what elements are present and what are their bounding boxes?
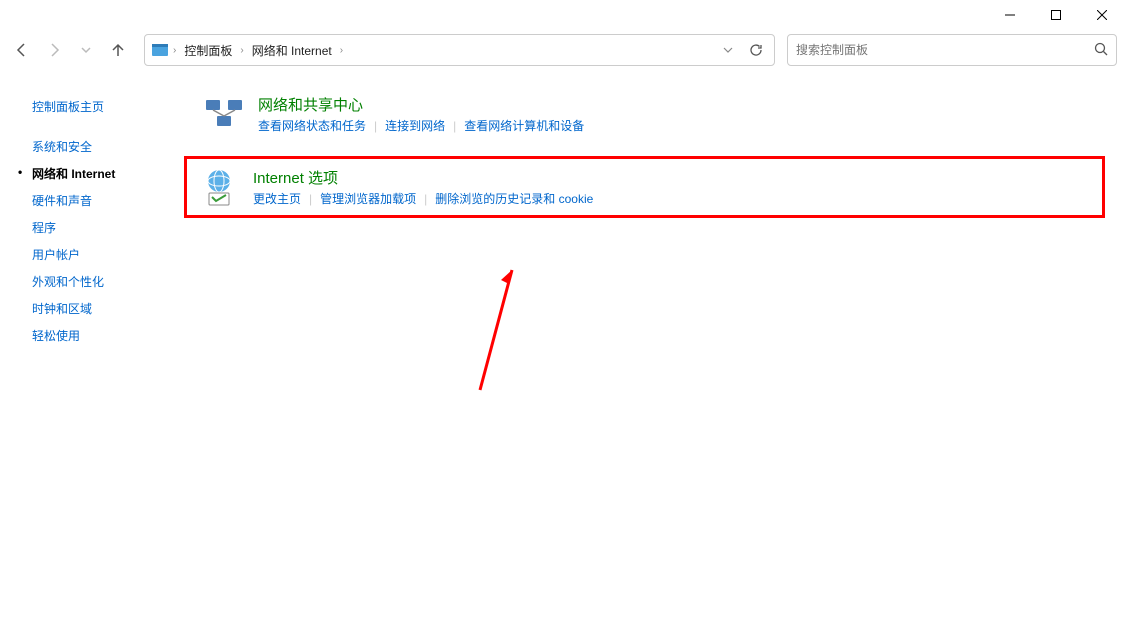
address-bar[interactable]: › 控制面板 › 网络和 Internet › (144, 34, 775, 66)
close-button[interactable] (1079, 0, 1125, 30)
link-delete-history-cookies[interactable]: 删除浏览的历史记录和 cookie (435, 190, 593, 207)
link-separator: | (424, 192, 427, 206)
search-icon-button[interactable] (1094, 42, 1108, 59)
network-sharing-icon (204, 94, 244, 134)
link-view-network-computers[interactable]: 查看网络计算机和设备 (464, 117, 584, 134)
breadcrumb-separator: › (173, 45, 176, 56)
annotation-arrow (476, 260, 536, 400)
chevron-down-icon (81, 45, 91, 55)
category-internet-options: Internet 选项 更改主页 | 管理浏览器加载项 | 删除浏览的历史记录和… (184, 156, 1105, 218)
breadcrumb-separator: › (340, 45, 343, 56)
minimize-icon (1005, 10, 1015, 20)
link-change-homepage[interactable]: 更改主页 (253, 190, 301, 207)
back-button[interactable] (8, 36, 36, 64)
sidebar-item-ease-of-access[interactable]: 轻松使用 (0, 322, 200, 349)
category-links: 更改主页 | 管理浏览器加载项 | 删除浏览的历史记录和 cookie (253, 190, 1094, 207)
link-view-network-status[interactable]: 查看网络状态和任务 (258, 117, 366, 134)
category-title-internet-options[interactable]: Internet 选项 (253, 167, 338, 188)
sidebar: 控制面板主页 系统和安全 网络和 Internet 硬件和声音 程序 用户帐户 … (0, 70, 200, 635)
link-separator: | (374, 119, 377, 133)
maximize-icon (1051, 10, 1061, 20)
sidebar-item-network-internet[interactable]: 网络和 Internet (0, 160, 200, 187)
category-body: 网络和共享中心 查看网络状态和任务 | 连接到网络 | 查看网络计算机和设备 (258, 94, 1101, 134)
sidebar-item-appearance[interactable]: 外观和个性化 (0, 268, 200, 295)
search-bar[interactable] (787, 34, 1117, 66)
sidebar-item-system-security[interactable]: 系统和安全 (0, 133, 200, 160)
titlebar (0, 0, 1125, 30)
arrow-up-icon (110, 42, 126, 58)
sidebar-item-clock-region[interactable]: 时钟和区域 (0, 295, 200, 322)
category-network-sharing: 网络和共享中心 查看网络状态和任务 | 连接到网络 | 查看网络计算机和设备 (200, 90, 1105, 138)
category-title-network-sharing[interactable]: 网络和共享中心 (258, 94, 363, 115)
breadcrumb-separator: › (240, 45, 243, 56)
arrow-left-icon (14, 42, 30, 58)
link-separator: | (309, 192, 312, 206)
category-body: Internet 选项 更改主页 | 管理浏览器加载项 | 删除浏览的历史记录和… (253, 167, 1094, 207)
up-button[interactable] (104, 36, 132, 64)
close-icon (1097, 10, 1107, 20)
category-links: 查看网络状态和任务 | 连接到网络 | 查看网络计算机和设备 (258, 117, 1101, 134)
breadcrumb-item[interactable]: 网络和 Internet (248, 40, 336, 61)
refresh-button[interactable] (744, 38, 768, 62)
internet-options-icon (199, 167, 239, 207)
maximize-button[interactable] (1033, 0, 1079, 30)
sidebar-item-hardware-sound[interactable]: 硬件和声音 (0, 187, 200, 214)
forward-button[interactable] (40, 36, 68, 64)
breadcrumb-item[interactable]: 控制面板 (180, 40, 236, 61)
sidebar-heading[interactable]: 控制面板主页 (0, 90, 200, 123)
arrow-right-icon (46, 42, 62, 58)
main-panel: 网络和共享中心 查看网络状态和任务 | 连接到网络 | 查看网络计算机和设备 (200, 70, 1125, 635)
sidebar-item-user-accounts[interactable]: 用户帐户 (0, 241, 200, 268)
toolbar: › 控制面板 › 网络和 Internet › (0, 30, 1125, 70)
content-area: 控制面板主页 系统和安全 网络和 Internet 硬件和声音 程序 用户帐户 … (0, 70, 1125, 635)
search-input[interactable] (796, 43, 1094, 57)
link-connect-network[interactable]: 连接到网络 (385, 117, 445, 134)
sidebar-list: 系统和安全 网络和 Internet 硬件和声音 程序 用户帐户 外观和个性化 … (0, 133, 200, 349)
search-icon (1094, 42, 1108, 56)
recent-button[interactable] (72, 36, 100, 64)
refresh-icon (749, 43, 763, 57)
minimize-button[interactable] (987, 0, 1033, 30)
address-dropdown-button[interactable] (716, 38, 740, 62)
control-panel-icon (151, 41, 169, 59)
link-manage-addons[interactable]: 管理浏览器加载项 (320, 190, 416, 207)
chevron-down-icon (723, 45, 733, 55)
link-separator: | (453, 119, 456, 133)
sidebar-item-programs[interactable]: 程序 (0, 214, 200, 241)
